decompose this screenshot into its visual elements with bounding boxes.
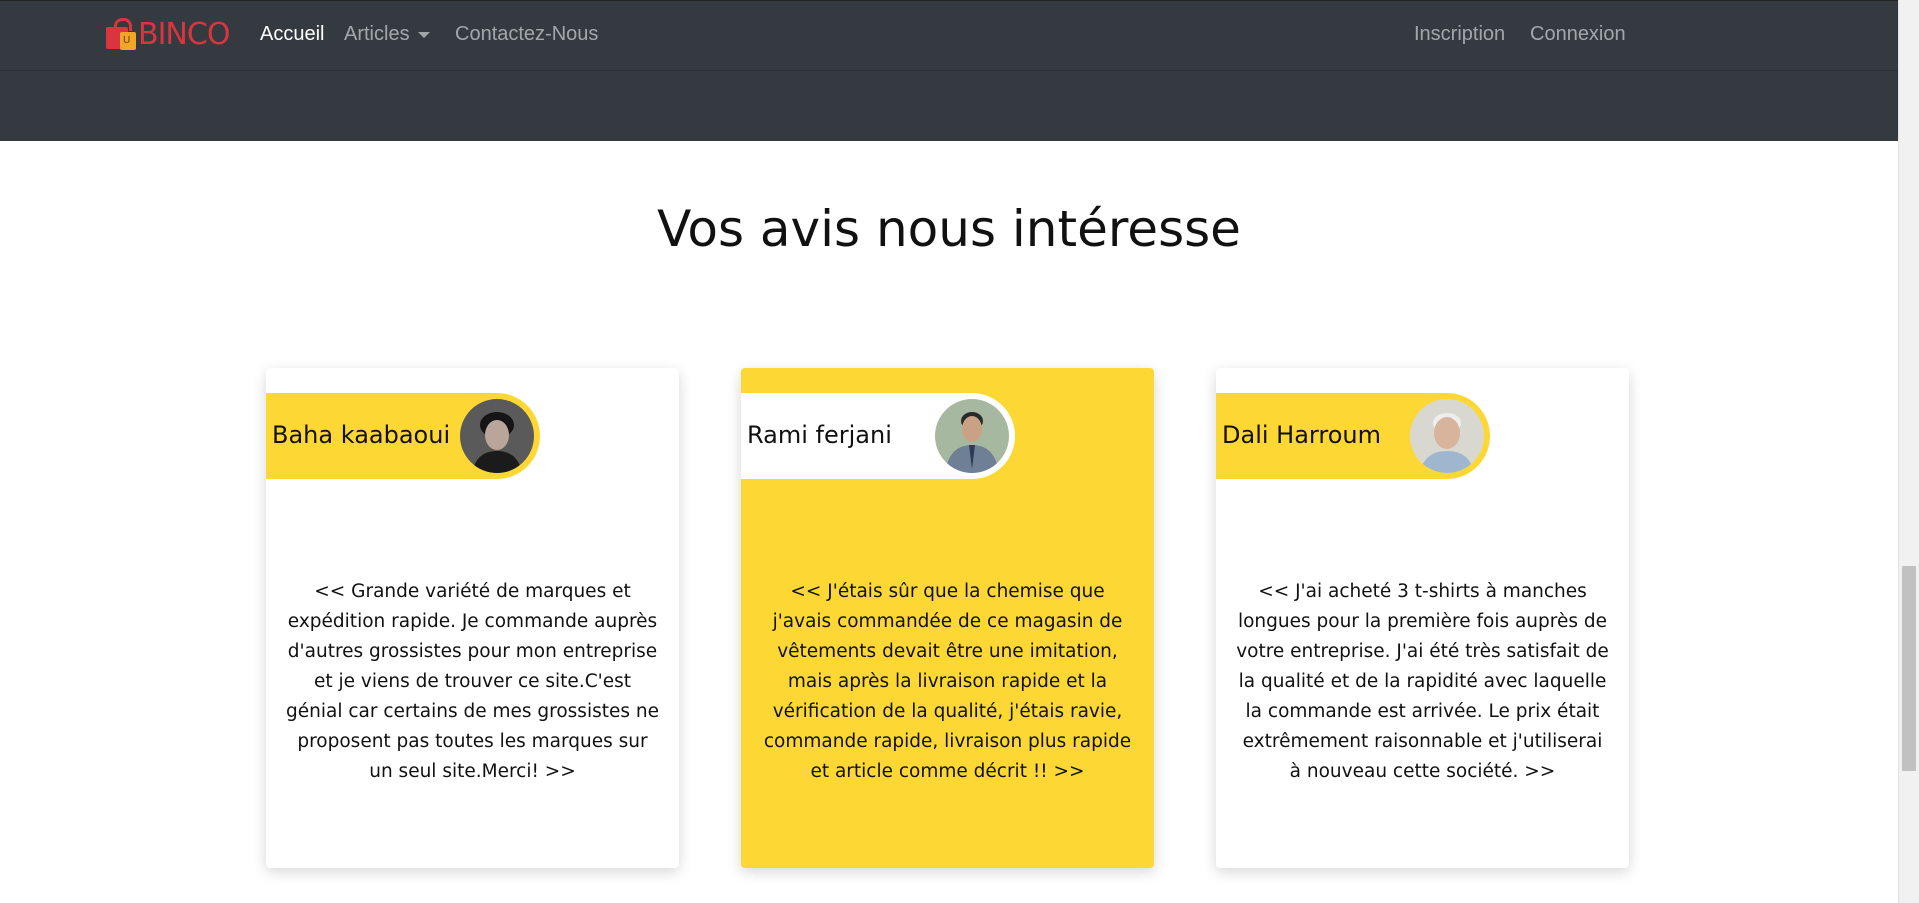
testimonials-title: Vos avis nous intéresse <box>657 200 1241 258</box>
review-text: << J'étais sûr que la chemise que j'avai… <box>763 580 1132 782</box>
vertical-scrollbar[interactable] <box>1898 0 1919 903</box>
reviewer-header: Dali Harroum <box>1216 393 1490 479</box>
header-band <box>0 70 1898 141</box>
testimonial-card: Rami ferjani << J'étais sûr que la chemi… <box>741 368 1154 868</box>
avatar <box>460 399 534 473</box>
nav-home[interactable]: Accueil <box>260 23 324 46</box>
reviewer-name: Dali Harroum <box>1222 421 1381 449</box>
brand-name: BINCO <box>138 16 230 52</box>
nav-signup[interactable]: Inscription <box>1414 23 1505 46</box>
reviewer-header: Baha kaabaoui <box>266 393 540 479</box>
reviewer-name: Rami ferjani <box>747 421 892 449</box>
testimonial-card: Baha kaabaoui << Grande variété de marqu… <box>266 368 679 868</box>
shopping-bag-icon: U <box>106 18 140 50</box>
reviewer-name: Baha kaabaoui <box>272 421 451 449</box>
nav-articles-label: Articles <box>344 23 410 45</box>
avatar <box>935 399 1009 473</box>
nav-contact[interactable]: Contactez-Nous <box>455 23 598 46</box>
nav-articles-dropdown[interactable]: Articles <box>344 23 430 46</box>
review-text: << Grande variété de marques et expéditi… <box>286 580 659 782</box>
avatar <box>1410 399 1484 473</box>
reviewer-header: Rami ferjani <box>741 393 1015 479</box>
review-text: << J'ai acheté 3 t-shirts à manches long… <box>1236 580 1609 782</box>
brand-logo[interactable]: U BINCO <box>106 15 230 53</box>
chevron-down-icon <box>417 31 430 38</box>
nav-login[interactable]: Connexion <box>1530 23 1626 46</box>
testimonial-card: Dali Harroum << J'ai acheté 3 t-shirts à… <box>1216 368 1629 868</box>
scrollbar-thumb[interactable] <box>1902 566 1916 771</box>
navbar: U BINCO Accueil Articles Contactez-Nous … <box>0 0 1898 70</box>
